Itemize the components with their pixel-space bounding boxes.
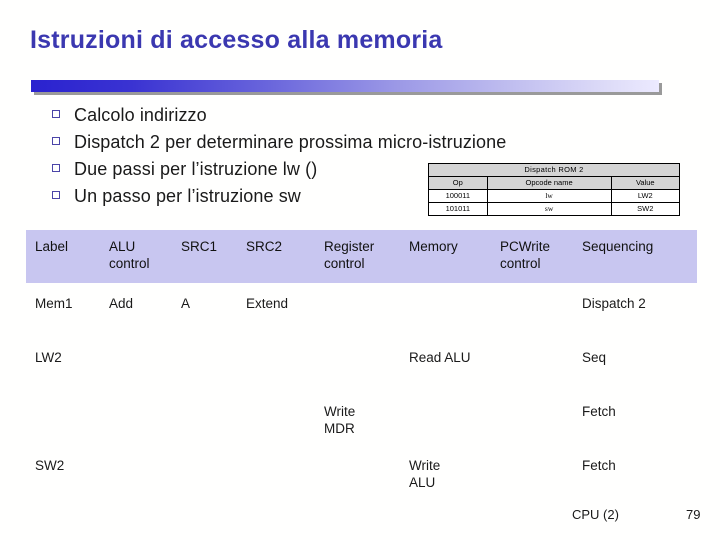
cell-label: SW2: [35, 458, 65, 473]
table-row: Op Opcode name Value: [428, 176, 681, 190]
rom-column-header-value: Value: [610, 176, 681, 190]
cell-label: Mem1: [35, 296, 73, 311]
column-header-alu-control: ALU control: [109, 239, 150, 271]
square-bullet-icon: [52, 132, 74, 150]
cell-src1: A: [181, 296, 191, 311]
square-bullet-icon: [52, 159, 74, 177]
column-header-register-control: Register control: [324, 239, 375, 271]
table-row: Dispatch ROM 2: [428, 163, 680, 177]
microcode-table-header: Label ALU control SRC1 SRC2 Register con…: [26, 230, 697, 283]
rom-table-title: Dispatch ROM 2: [428, 163, 680, 177]
rom-cell-op: 101011: [428, 202, 488, 216]
cell-sequencing: Fetch: [582, 404, 616, 419]
footer-label: CPU (2): [572, 507, 619, 522]
title-divider: [31, 80, 662, 95]
divider-shadow-right: [659, 83, 662, 95]
list-item: Dispatch 2 per determinare prossima micr…: [52, 132, 672, 159]
column-header-src1: SRC1: [181, 239, 218, 254]
rom-cell-opcode-name: lw: [486, 189, 612, 203]
cell-memory: Write ALU: [409, 458, 441, 490]
table-row: 101011 sw SW2: [428, 202, 681, 216]
bullet-text: Un passo per l’istruzione sw: [74, 186, 301, 206]
cell-register-control: Write MDR: [324, 404, 356, 436]
square-bullet-icon: [52, 186, 74, 204]
rom-cell-op: 100011: [428, 189, 488, 203]
divider-gradient-bar: [31, 80, 659, 92]
cell-label: LW2: [35, 350, 62, 365]
cell-src2: Extend: [246, 296, 289, 311]
divider-shadow-bottom: [34, 92, 662, 95]
dispatch-rom2-table: Dispatch ROM 2 Op Opcode name Value 1000…: [428, 163, 681, 216]
column-header-src2: SRC2: [246, 239, 283, 254]
cell-memory: Read ALU: [409, 350, 471, 365]
rom-cell-value: LW2: [610, 189, 681, 203]
column-header-sequencing: Sequencing: [582, 239, 654, 254]
square-bullet-icon: [52, 105, 74, 123]
bullet-text: Dispatch 2 per determinare prossima micr…: [74, 132, 507, 152]
cell-sequencing: Dispatch 2: [582, 296, 646, 311]
microcode-table: Label ALU control SRC1 SRC2 Register con…: [26, 230, 697, 498]
slide: Istruzioni di accesso alla memoria Calco…: [0, 0, 720, 540]
cell-alu-control: Add: [109, 296, 134, 311]
rom-column-header-opcode-name: Opcode name: [486, 176, 612, 190]
list-item: Calcolo indirizzo: [52, 105, 672, 132]
bullet-text: Due passi per l’istruzione lw (): [74, 159, 318, 179]
page-title: Istruzioni di accesso alla memoria: [30, 26, 443, 54]
cell-sequencing: Seq: [582, 350, 607, 365]
rom-column-header-op: Op: [428, 176, 488, 190]
microcode-table-body: Mem1 Add A Extend Dispatch 2 LW2 Read AL…: [26, 283, 697, 498]
rom-cell-opcode-name: sw: [486, 202, 612, 216]
column-header-label: Label: [35, 239, 69, 254]
rom-cell-value: SW2: [610, 202, 681, 216]
bullet-text: Calcolo indirizzo: [74, 105, 207, 125]
cell-sequencing: Fetch: [582, 458, 616, 473]
column-header-pcwrite-control: PCWrite control: [500, 239, 551, 271]
page-number: 79: [686, 507, 701, 522]
column-header-memory: Memory: [409, 239, 458, 254]
table-row: 100011 lw LW2: [428, 189, 681, 203]
